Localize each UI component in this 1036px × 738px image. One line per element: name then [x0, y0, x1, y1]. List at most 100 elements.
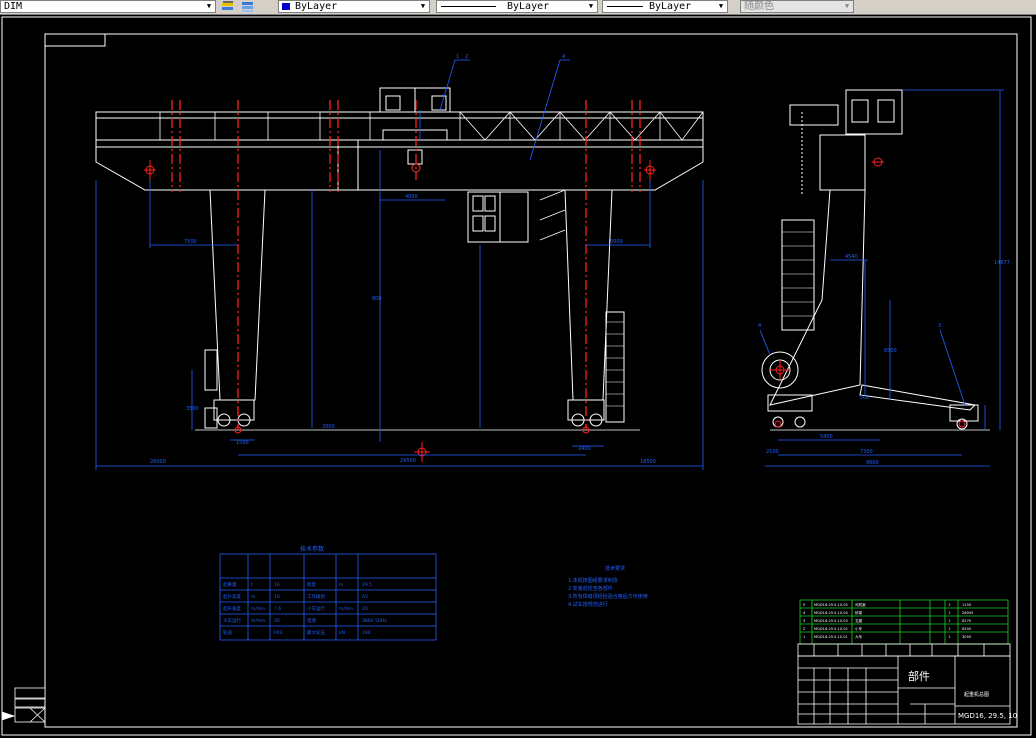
plotstyle-value: 随颜色 [744, 1, 774, 12]
table-cell: m [339, 583, 343, 588]
lineweight-value: ByLayer [649, 1, 692, 12]
parts-cell: MGD16.29.5.10.05 [814, 603, 848, 607]
properties-toolbar: DIM ▼ ByLayer ▼ ByLayer ▼ ByLayer ▼ 随颜色 … [0, 0, 1036, 15]
callout-1: 1 [456, 54, 459, 60]
chevron-down-icon[interactable]: ▼ [203, 1, 215, 12]
parts-cell: 1 [948, 635, 950, 639]
top-railing [95, 111, 704, 141]
tech-notes: 技术要求 1.本机按图纸要求制造 2.安装前检查各部件 3.所有焊缝须经检验合格… [568, 565, 648, 608]
linetype-value: ByLayer [507, 1, 550, 12]
table-cell: 工作级别 [307, 593, 325, 600]
table-cell: 16 [274, 582, 280, 588]
parts-cell: 3 [803, 619, 805, 623]
chevron-down-icon[interactable]: ▼ [715, 1, 727, 12]
callout-4: 4 [758, 323, 761, 329]
parts-cell: 6200 [962, 627, 972, 631]
parts-cell: 司机室 [855, 602, 866, 607]
parameter-table-title: 技术参数 [300, 545, 324, 553]
color-value: ByLayer [295, 1, 338, 12]
parts-cell: 2 [803, 627, 805, 631]
make-current-layer-icon[interactable] [220, 0, 236, 13]
title-block: 5 MGD16.29.5.10.05 司机室 1 1150 4 MGD16.29… [797, 599, 1017, 725]
parts-cell: 3050 [962, 635, 972, 639]
drawing-canvas[interactable]: 1 2 4 7500 5000 26000 29500 16500 2000 1… [0, 14, 1036, 738]
layer-dropdown[interactable]: DIM ▼ [0, 0, 216, 13]
front-dimension-text: 1 2 4 7500 5000 26000 29500 16500 2000 1… [150, 54, 656, 465]
table-cell: m/min [251, 618, 266, 624]
front-view [95, 87, 704, 431]
color-dropdown[interactable]: ByLayer ▼ [278, 0, 430, 13]
parts-cell: MGD16.29.5.10.01 [814, 635, 848, 639]
front-centerlines [171, 100, 641, 430]
layer-name: DIM [4, 1, 23, 12]
dim-text: 1500 [236, 440, 249, 446]
callout-3: 3 [938, 323, 941, 329]
tech-note-line: 4.试车按规范进行 [568, 601, 608, 608]
dim-text: 4000 [405, 194, 418, 200]
parts-cell: 桥架 [855, 610, 863, 615]
dim-text: 29500 [400, 458, 416, 464]
chevron-down-icon[interactable]: ▼ [585, 1, 597, 12]
table-cell: 起升高度 [223, 593, 241, 600]
table-cell: 380V 50Hz [362, 618, 387, 624]
linetype-dropdown[interactable]: ByLayer ▼ [436, 0, 598, 13]
dim-text: 16500 [640, 459, 656, 465]
plotstyle-dropdown[interactable]: 随颜色 ▼ [740, 0, 854, 13]
table-cell: 10 [274, 594, 280, 600]
corner-label-box [44, 33, 106, 47]
callout-4: 4 [562, 54, 565, 60]
dim-text: 5000 [610, 239, 623, 245]
drawing-number: MGD16, 29.5, 10 [958, 712, 1017, 720]
dim-text: 800 [372, 296, 382, 302]
table-cell: P43 [274, 630, 283, 636]
front-center-marks [144, 160, 656, 462]
table-cell: 30 [274, 618, 280, 624]
side-a-frame [769, 189, 866, 406]
tech-note-line: 2.安装前检查各部件 [568, 585, 613, 592]
parts-cell: 大车 [855, 634, 863, 639]
tech-note-line: 3.所有焊缝须经检验合格后方可使用 [568, 593, 648, 600]
parts-cell: 1 [948, 619, 950, 623]
chevron-down-icon[interactable]: ▼ [841, 1, 853, 12]
table-cell: 190 [362, 630, 371, 636]
lineweight-dropdown[interactable]: ByLayer ▼ [602, 0, 728, 13]
sheet-outer-border [1, 16, 1032, 736]
dim-text: 7500 [184, 239, 197, 245]
table-cell: 起升速度 [223, 605, 241, 612]
chevron-down-icon[interactable]: ▼ [417, 1, 429, 12]
right-leg [564, 189, 613, 401]
dim-text: 26000 [150, 459, 166, 465]
parts-cell: 1150 [962, 603, 972, 607]
dim-text: 2400 [578, 446, 591, 452]
tech-notes-title: 技术要求 [605, 565, 625, 572]
dim-text: 3500 [186, 406, 199, 412]
table-cell: 20 [362, 606, 368, 612]
parts-cell: 5 [803, 603, 805, 607]
parts-cell: 1 [803, 635, 805, 639]
sheet-inner-border [44, 33, 1018, 728]
table-cell: 29.5 [362, 582, 372, 588]
side-girder-section [819, 134, 866, 191]
table-cell: 跨度 [307, 581, 316, 588]
dim-text: 2100 [766, 449, 779, 455]
layer-previous-icon[interactable] [240, 0, 256, 13]
part-label: 部件 [908, 669, 930, 683]
parts-cell: 小车 [855, 626, 863, 631]
hook-block [407, 149, 423, 165]
table-cell: 大车运行 [223, 617, 241, 624]
table-cell: 电源 [307, 617, 316, 624]
color-swatch [282, 3, 290, 10]
parts-cell: 26045 [962, 611, 973, 615]
side-center-marks [770, 157, 966, 428]
parts-cell: 支腿 [855, 618, 863, 623]
dim-text: 500 [860, 395, 870, 401]
table-cell: A5 [362, 594, 368, 600]
dim-text: 5400 [820, 434, 833, 440]
table-cell: m/min [251, 606, 266, 612]
parts-cell: MGD16.29.5.10.03 [814, 619, 848, 623]
table-cell: 轨道 [223, 629, 232, 636]
dim-text: 4540 [845, 254, 858, 260]
ucs-icon [1, 687, 46, 723]
drawing-name: 起重机总图 [964, 691, 989, 698]
parts-cell: 8270 [962, 619, 972, 623]
